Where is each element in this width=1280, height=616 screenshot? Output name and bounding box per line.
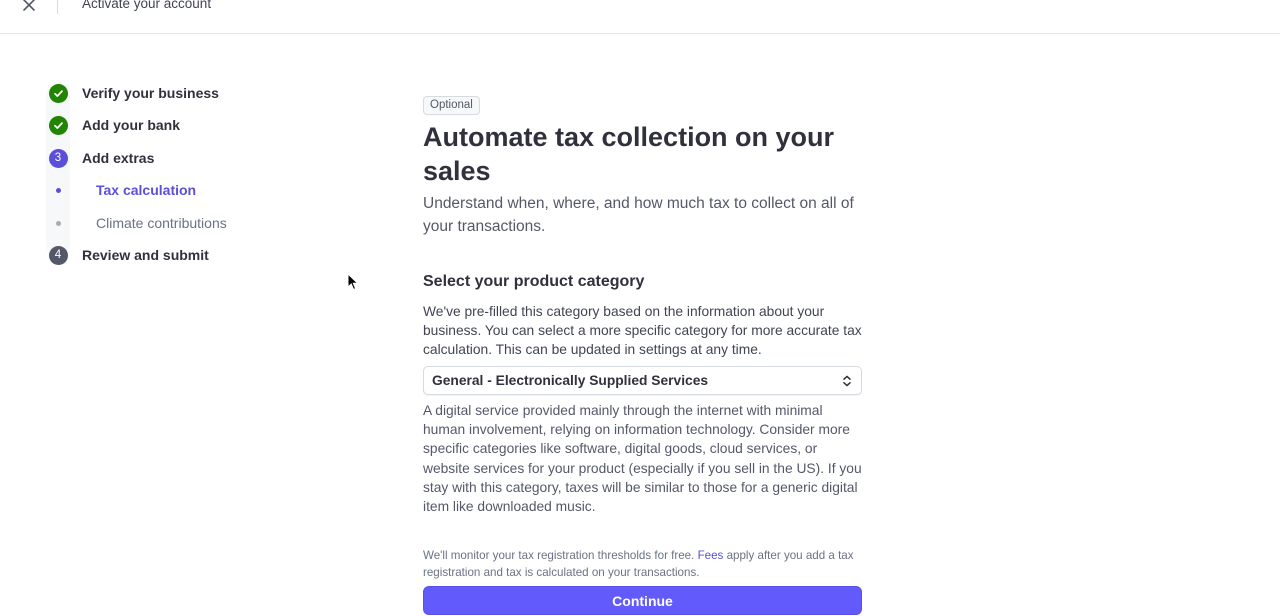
step-label: Add your bank: [82, 117, 181, 133]
substep-climate-contributions[interactable]: Climate contributions: [46, 211, 227, 235]
close-icon: [23, 0, 35, 11]
substep-tax-calculation[interactable]: Tax calculation: [46, 178, 196, 202]
page-heading: Automate tax collection on your sales: [423, 122, 835, 186]
substep-dot: [55, 220, 61, 226]
fees-notice: We'll monitor your tax registration thre…: [423, 548, 863, 581]
product-category-select[interactable]: General - Electronically Supplied Servic…: [423, 366, 862, 395]
step-number-badge: 3: [48, 148, 68, 168]
step-label: Add extras: [82, 150, 155, 166]
substep-label: Climate contributions: [96, 215, 227, 231]
page-title: Activate your account: [82, 0, 212, 11]
chevron-up-down-icon: [843, 375, 851, 387]
step-number-badge: 4: [48, 245, 68, 265]
step-verify-business[interactable]: Verify your business: [46, 81, 219, 105]
mouse-cursor-icon: [347, 273, 359, 291]
step-add-bank[interactable]: Add your bank: [46, 113, 180, 137]
check-icon: [48, 83, 68, 103]
section-title: Select your product category: [423, 273, 645, 290]
continue-button[interactable]: Continue: [423, 586, 862, 615]
select-value: General - Electronically Supplied Servic…: [432, 373, 709, 388]
step-review-submit[interactable]: 4 Review and submit: [46, 243, 209, 267]
fees-notice-text: We'll monitor your tax registration thre…: [423, 549, 698, 562]
substep-dot: [55, 187, 61, 193]
step-label: Review and submit: [82, 247, 209, 263]
close-button[interactable]: [18, 0, 40, 16]
category-description: A digital service provided mainly throug…: [423, 403, 862, 515]
check-icon: [48, 115, 68, 135]
section-description: We've pre-filled this category based on …: [423, 304, 862, 357]
fees-link[interactable]: Fees: [698, 549, 724, 562]
step-label: Verify your business: [82, 85, 219, 101]
page-subtitle: Understand when, where, and how much tax…: [423, 195, 854, 235]
topbar-divider: [57, 0, 58, 14]
step-add-extras[interactable]: 3 Add extras: [46, 146, 154, 170]
top-bar: Activate your account: [0, 0, 1280, 34]
optional-badge: Optional: [423, 96, 480, 115]
substep-label: Tax calculation: [96, 182, 197, 198]
